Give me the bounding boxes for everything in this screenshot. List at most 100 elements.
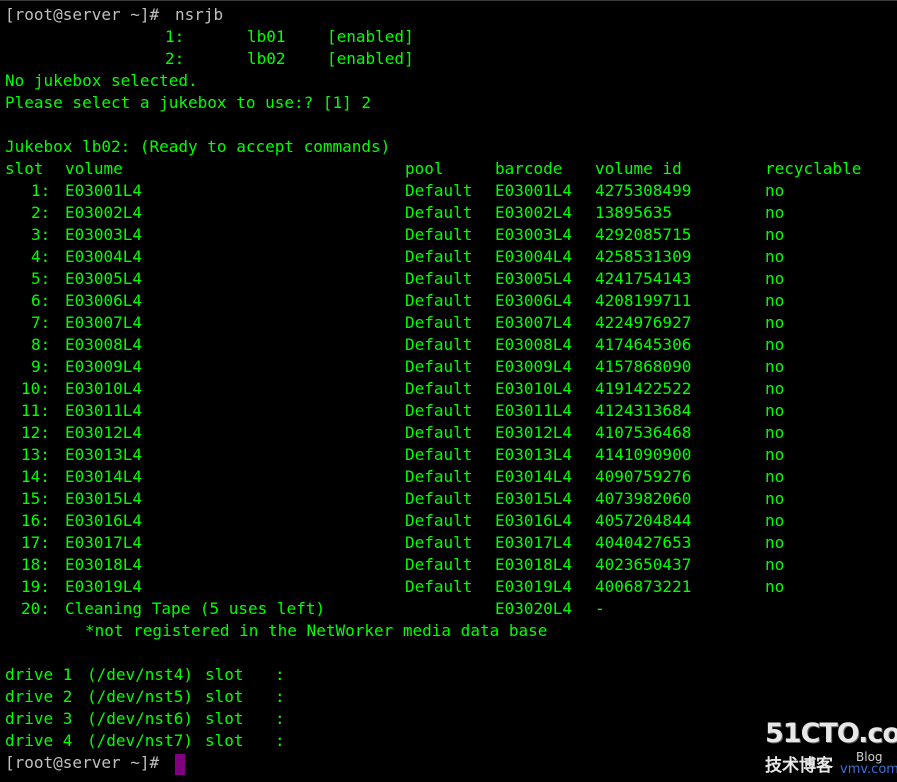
cell-volume-id: 4275308499 (595, 181, 692, 200)
cell-pool: Default (405, 335, 473, 354)
cell-volume: E03003L4 (65, 225, 143, 244)
cell-recyclable: no (765, 335, 785, 354)
slot-number: 5: (31, 269, 51, 288)
col-volume-id: volume id (595, 159, 682, 178)
footnote: *not registered in the NetWorker media d… (85, 621, 548, 640)
cell-volume: E03015L4 (65, 489, 143, 508)
watermark-logo: 51CTO.com (765, 718, 897, 749)
slot-number: 16: (21, 511, 50, 530)
drive-row: drive 3 (/dev/nst6) slot : (5, 709, 285, 728)
cell-volume-id: 4208199711 (595, 291, 692, 310)
cell-volume-id: 4224976927 (595, 313, 692, 332)
shell-prompt: [root@server ~]# (5, 5, 169, 24)
cell-barcode: E03006L4 (495, 291, 573, 310)
cell-barcode: E03002L4 (495, 203, 573, 222)
cell-pool: Default (405, 489, 473, 508)
slot-number: 1: (31, 181, 51, 200)
cell-pool: Default (405, 423, 473, 442)
cell-volume-id: 4124313684 (595, 401, 692, 420)
cell-pool: Default (405, 379, 473, 398)
slot-number: 19: (21, 577, 50, 596)
cell-pool: Default (405, 225, 473, 244)
cell-pool: Default (405, 203, 473, 222)
cell-pool: Default (405, 533, 473, 552)
col-volume: volume (65, 159, 123, 178)
cell-recyclable: no (765, 247, 785, 266)
slot-number: 17: (21, 533, 50, 552)
cell-volume-id: 4191422522 (595, 379, 692, 398)
slot-number: 7: (31, 313, 51, 332)
cell-volume: E03017L4 (65, 533, 143, 552)
cell-recyclable: no (765, 313, 785, 332)
cell-barcode: E03004L4 (495, 247, 573, 266)
cell-pool: Default (405, 181, 473, 200)
cell-volume: E03004L4 (65, 247, 143, 266)
cell-volume: E03002L4 (65, 203, 143, 222)
cell-volume: E03011L4 (65, 401, 143, 420)
slot-number: 4: (31, 247, 51, 266)
cell-barcode: E03008L4 (495, 335, 573, 354)
cell-recyclable: no (765, 181, 785, 200)
cell-barcode: E03017L4 (495, 533, 573, 552)
cell-volume-id: 4057204844 (595, 511, 692, 530)
cell-pool: Default (405, 313, 473, 332)
cell-pool: Default (405, 577, 473, 596)
cell-pool: Default (405, 401, 473, 420)
cell-recyclable: no (765, 467, 785, 486)
cell-barcode: E03014L4 (495, 467, 573, 486)
cell-barcode: E03013L4 (495, 445, 573, 464)
cell-recyclable: no (765, 511, 785, 530)
cell-pool: Default (405, 445, 473, 464)
cell-volume: E03005L4 (65, 269, 143, 288)
cell-recyclable: no (765, 357, 785, 376)
jukebox-status: Jukebox lb02: (Ready to accept commands) (5, 137, 391, 156)
cell-recyclable: no (765, 269, 785, 288)
cell-barcode: E03007L4 (495, 313, 573, 332)
cell-volume: E03009L4 (65, 357, 143, 376)
jukebox-option: 1: lb01 [enabled] (165, 27, 414, 46)
col-recyclable: recyclable (765, 159, 862, 178)
cell-barcode: E03011L4 (495, 401, 573, 420)
cell-barcode: E03015L4 (495, 489, 573, 508)
command-text: nsrjb (175, 5, 224, 24)
slot-number: 12: (21, 423, 50, 442)
cleaning-row: 20: Cleaning Tape (5 uses left) E03020L4… (21, 599, 605, 618)
drive-row: drive 2 (/dev/nst5) slot : (5, 687, 285, 706)
cell-volume-id: 4157868090 (595, 357, 692, 376)
cell-barcode: E03018L4 (495, 555, 573, 574)
jukebox-option: 2: lb02 [enabled] (165, 49, 414, 68)
command-line: [root@server ~]# nsrjb (5, 4, 223, 26)
cell-recyclable: no (765, 291, 785, 310)
cell-barcode: E03016L4 (495, 511, 573, 530)
slot-number: 8: (31, 335, 51, 354)
cell-volume: E03010L4 (65, 379, 143, 398)
cell-volume-id: 4073982060 (595, 489, 692, 508)
cell-volume-id: 4107536468 (595, 423, 692, 442)
cell-recyclable: no (765, 577, 785, 596)
col-pool: pool (405, 159, 444, 178)
cell-recyclable: no (765, 533, 785, 552)
final-prompt-line[interactable]: [root@server ~]# (5, 752, 159, 774)
cell-recyclable: no (765, 445, 785, 464)
terminal-window[interactable]: [root@server ~]# nsrjb 1: lb01 [enabled]… (0, 0, 897, 782)
cell-volume: E03012L4 (65, 423, 143, 442)
cell-recyclable: no (765, 555, 785, 574)
cell-pool: Default (405, 291, 473, 310)
cell-barcode: E03012L4 (495, 423, 573, 442)
slot-number: 10: (21, 379, 50, 398)
cell-volume: E03007L4 (65, 313, 143, 332)
text-cursor (175, 754, 185, 775)
cell-pool: Default (405, 357, 473, 376)
cell-pool: Default (405, 269, 473, 288)
cell-recyclable: no (765, 401, 785, 420)
slot-number: 13: (21, 445, 50, 464)
no-selection-message: No jukebox selected. (5, 71, 198, 90)
drive-row: drive 4 (/dev/nst7) slot : (5, 731, 285, 750)
slot-number: 14: (21, 467, 50, 486)
cell-volume-id: 4292085715 (595, 225, 692, 244)
col-slot: slot (5, 159, 44, 178)
cell-volume-id: 4023650437 (595, 555, 692, 574)
cell-volume-id: 4241754143 (595, 269, 692, 288)
cell-pool: Default (405, 467, 473, 486)
cell-volume-id: 4258531309 (595, 247, 692, 266)
